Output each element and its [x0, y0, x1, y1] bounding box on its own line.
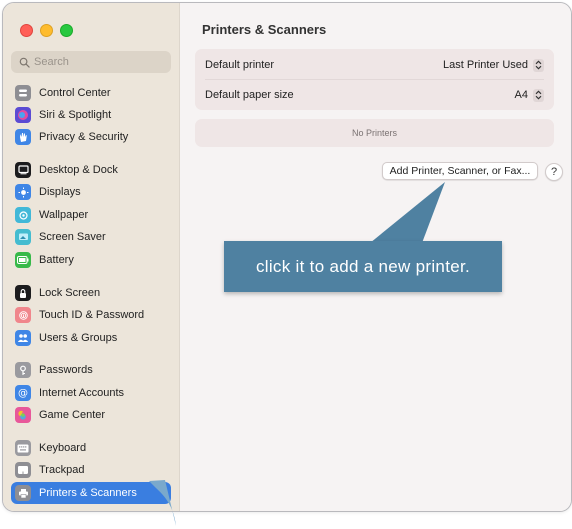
sun-icon — [15, 184, 31, 200]
default-paper-size-row: Default paper size A4 — [195, 80, 554, 110]
default-printer-label: Default printer — [205, 59, 275, 71]
sidebar-item-screen-saver[interactable]: Screen Saver — [11, 226, 171, 248]
sidebar-item-label: Siri & Spotlight — [39, 109, 112, 121]
sidebar-item-label: Trackpad — [39, 464, 85, 476]
hand-icon — [15, 129, 31, 145]
chevron-updown-icon — [533, 58, 544, 72]
sidebar-item-game-center[interactable]: Game Center — [11, 404, 171, 426]
siri-icon — [15, 107, 31, 123]
defaults-group: Default printer Last Printer Used Defaul… — [195, 49, 554, 110]
sidebar-item-label: Users & Groups — [39, 332, 118, 344]
sidebar-item-label: Battery — [39, 254, 74, 266]
sidebar-item-desktop-and-dock[interactable]: Desktop & Dock — [11, 159, 171, 181]
help-button[interactable]: ? — [545, 163, 563, 181]
sidebar: Control Center Siri & Spotlight Privacy & … — [3, 3, 180, 511]
sidebar-item-label: Desktop & Dock — [39, 164, 118, 176]
control-center-icon — [15, 85, 31, 101]
window-controls — [20, 24, 73, 37]
sidebar-item-label: Screen Saver — [39, 231, 106, 243]
search-icon — [19, 57, 30, 68]
search-input[interactable] — [34, 56, 164, 68]
sidebar-item-internet-accounts[interactable]: @ Internet Accounts — [11, 382, 171, 404]
sidebar-item-label: Lock Screen — [39, 287, 101, 299]
sidebar-item-privacy-and-security[interactable]: Privacy & Security — [11, 126, 171, 148]
sidebar-item-label: Touch ID & Password — [39, 309, 145, 321]
chevron-updown-icon — [533, 88, 544, 102]
sidebar-item-label: Keyboard — [39, 442, 87, 454]
wallpaper-icon — [15, 207, 31, 223]
sidebar-item-label: Internet Accounts — [39, 387, 124, 399]
sidebar-item-label: Control Center — [39, 87, 111, 99]
minimize-window-button[interactable] — [40, 24, 53, 37]
close-window-button[interactable] — [20, 24, 33, 37]
sidebar-item-control-center[interactable]: Control Center — [11, 82, 171, 104]
page-title: Printers & Scanners — [202, 22, 327, 37]
sidebar-item-trackpad[interactable]: Trackpad — [11, 459, 171, 481]
add-printer-button[interactable]: Add Printer, Scanner, or Fax... — [382, 162, 538, 180]
svg-text:@: @ — [18, 388, 28, 399]
printer-icon — [15, 485, 31, 501]
users-icon — [15, 330, 31, 346]
default-paper-size-label: Default paper size — [205, 89, 294, 101]
paper-size-value: A4 — [514, 89, 528, 101]
sidebar-item-lock-screen[interactable]: Lock Screen — [11, 282, 171, 304]
sidebar-item-label: Game Center — [39, 409, 106, 421]
no-printers-text: No Printers — [351, 128, 397, 138]
default-printer-row: Default printer Last Printer Used — [195, 50, 554, 80]
search-field[interactable] — [11, 51, 171, 73]
sidebar-item-battery[interactable]: Battery — [11, 249, 171, 271]
printer-list: No Printers — [195, 119, 554, 147]
desktop-icon — [15, 162, 31, 178]
sidebar-item-wallpaper[interactable]: Wallpaper — [11, 204, 171, 226]
sidebar-item-label: Privacy & Security — [39, 131, 129, 143]
sidebar-item-keyboard[interactable]: Keyboard — [11, 437, 171, 459]
sidebar-item-label: Wallpaper — [39, 209, 89, 221]
lock-icon — [15, 285, 31, 301]
default-printer-popup[interactable]: Last Printer Used — [443, 58, 544, 72]
callout-text: click it to add a new printer. — [255, 256, 471, 276]
key-icon — [15, 362, 31, 378]
screen-saver-icon — [15, 229, 31, 245]
battery-icon — [15, 252, 31, 268]
sidebar-item-passwords[interactable]: Passwords — [11, 359, 171, 381]
sidebar-item-siri-and-spotlight[interactable]: Siri & Spotlight — [11, 104, 171, 126]
at-icon: @ — [15, 385, 31, 401]
maximize-window-button[interactable] — [60, 24, 73, 37]
game-center-icon — [15, 407, 31, 423]
sidebar-item-label: Displays — [39, 186, 81, 198]
sidebar-item-touch-id-and-password[interactable]: Touch ID & Password — [11, 304, 171, 326]
sidebar-item-label: Printers & Scanners — [39, 487, 137, 499]
sidebar-item-printers-and-scanners[interactable]: Printers & Scanners — [11, 482, 171, 504]
sidebar-item-users-and-groups[interactable]: Users & Groups — [11, 327, 171, 349]
keyboard-icon — [15, 440, 31, 456]
sidebar-item-displays[interactable]: Displays — [11, 181, 171, 203]
paper-size-popup[interactable]: A4 — [514, 88, 544, 102]
sidebar-item-label: Passwords — [39, 364, 93, 376]
fingerprint-icon — [15, 307, 31, 323]
annotation-callout: click it to add a new printer. — [224, 241, 502, 292]
default-printer-value: Last Printer Used — [443, 59, 528, 71]
trackpad-icon — [15, 462, 31, 478]
